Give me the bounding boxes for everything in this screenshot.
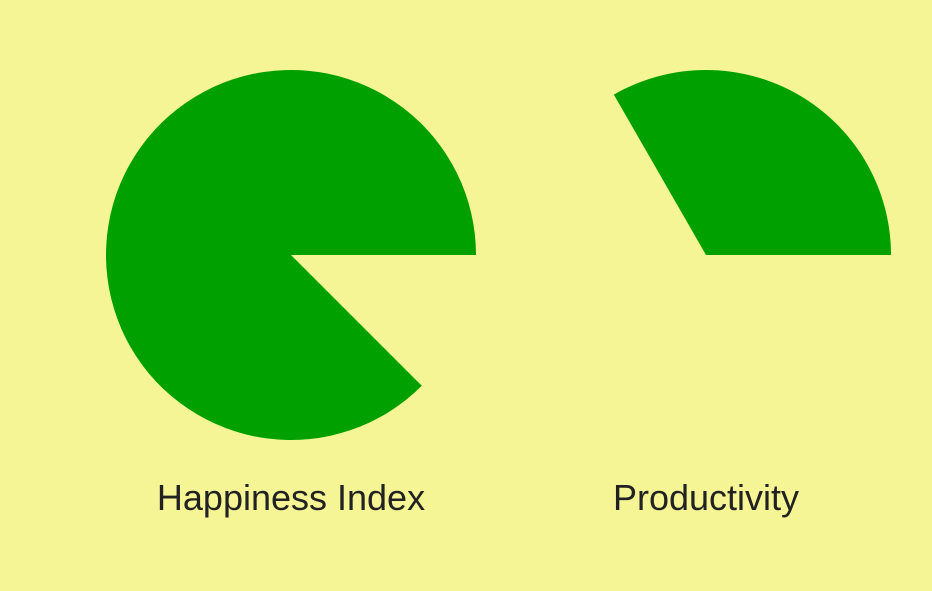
pie-charts-figure: Happiness Index Productivity [0, 0, 932, 591]
pie-label-productivity: Productivity [613, 477, 799, 518]
pie-label-happiness-index: Happiness Index [157, 477, 425, 518]
chart-canvas: Happiness Index Productivity [0, 0, 932, 591]
